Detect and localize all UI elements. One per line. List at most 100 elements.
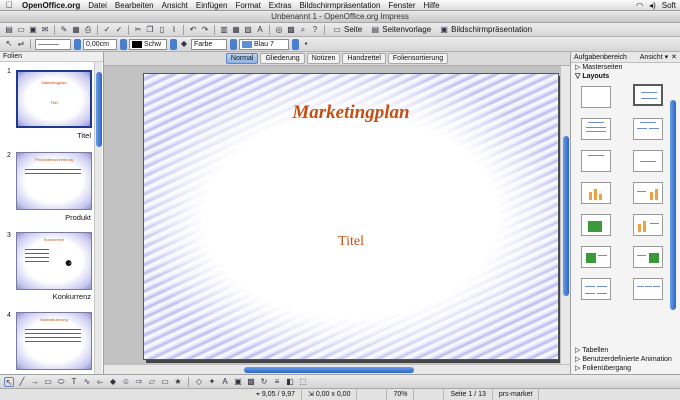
- horizontal-scrollbar[interactable]: [104, 364, 570, 374]
- connector-icon[interactable]: ⟜: [95, 377, 105, 387]
- rectangle-icon[interactable]: ▭: [43, 377, 53, 387]
- basic-shapes-icon[interactable]: ◆: [108, 377, 118, 387]
- layout-title-only[interactable]: [581, 150, 611, 172]
- cut-icon[interactable]: ✂: [133, 25, 143, 35]
- rotate-icon[interactable]: ↻: [259, 377, 269, 387]
- line-color-select[interactable]: Schw: [129, 38, 167, 50]
- menu-app[interactable]: OpenOffice.org: [18, 0, 84, 11]
- task-pane-view-menu[interactable]: Ansicht ▾: [640, 53, 671, 61]
- select-arrow-icon[interactable]: ↖: [4, 39, 14, 49]
- ellipse-icon[interactable]: ⬭: [56, 377, 66, 387]
- area-style-stepper[interactable]: [230, 38, 237, 50]
- area-style-select[interactable]: Farbe: [191, 38, 227, 50]
- wifi-icon[interactable]: ◠: [636, 1, 643, 10]
- undo-icon[interactable]: ↶: [188, 25, 198, 35]
- tab-notizen[interactable]: Notizen: [306, 53, 341, 64]
- slides-scrollbar-thumb[interactable]: [96, 72, 102, 147]
- line-width-stepper[interactable]: [120, 38, 127, 50]
- task-pane-scrollbar-thumb[interactable]: [670, 100, 676, 310]
- save-icon[interactable]: ▣: [28, 25, 38, 35]
- volume-icon[interactable]: ◂): [649, 1, 656, 10]
- layout-title-content[interactable]: [581, 118, 611, 140]
- layout-title-slide[interactable]: [633, 84, 663, 106]
- symbol-shapes-icon[interactable]: ☺: [121, 377, 131, 387]
- slide-title[interactable]: Marketingplan: [144, 102, 558, 124]
- gallery-icon[interactable]: ▩: [286, 25, 296, 35]
- shadow-icon[interactable]: ▪: [301, 39, 311, 49]
- line-width-field[interactable]: 0,00cm: [83, 38, 117, 50]
- layout-title-chart[interactable]: [581, 182, 611, 204]
- help-icon[interactable]: ?: [310, 25, 320, 35]
- area-color-select[interactable]: Blau 7: [239, 38, 289, 50]
- flowchart-icon[interactable]: ▱: [147, 377, 157, 387]
- copy-icon[interactable]: ❐: [145, 25, 155, 35]
- layout-title-2content[interactable]: [633, 118, 663, 140]
- menu-ansicht[interactable]: Ansicht: [158, 0, 192, 11]
- menu-fenster[interactable]: Fenster: [384, 0, 419, 11]
- curve-icon[interactable]: ∿: [82, 377, 92, 387]
- fontwork-gallery-icon[interactable]: A: [220, 377, 230, 387]
- line-style-icon[interactable]: ⇌: [16, 39, 26, 49]
- table-icon[interactable]: ▦: [231, 25, 241, 35]
- section-masterseiten[interactable]: ▷ Masterseiten: [571, 63, 680, 72]
- layout-title-chart-text[interactable]: [633, 214, 663, 236]
- section-folienuebergang[interactable]: ▷ Folienübergang: [571, 364, 680, 373]
- tab-foliensortierung[interactable]: Foliensortierung: [387, 53, 449, 64]
- slide-thumbnail-4[interactable]: Marktsituierung: [16, 312, 92, 370]
- layout-centered-text[interactable]: [633, 150, 663, 172]
- from-file-icon[interactable]: ▣: [233, 377, 243, 387]
- arrow-line-icon[interactable]: →: [30, 377, 40, 387]
- menu-hilfe[interactable]: Hilfe: [420, 0, 444, 11]
- redo-icon[interactable]: ↷: [200, 25, 210, 35]
- line-color-stepper[interactable]: [170, 38, 177, 50]
- format-paintbrush-icon[interactable]: ⌇: [169, 25, 179, 35]
- layout-title-clipart[interactable]: [581, 214, 611, 236]
- page-template-button[interactable]: ▤ Seitenvorlage: [367, 25, 434, 35]
- slide-thumbnail-2[interactable]: Produktbeschreibung: [16, 152, 92, 210]
- apple-icon[interactable]: : [0, 0, 18, 10]
- callouts-icon[interactable]: ▭: [160, 377, 170, 387]
- print-icon[interactable]: ⎙: [83, 25, 93, 35]
- section-tabellen[interactable]: ▷ Tabellen: [571, 346, 680, 355]
- gallery-toggle-icon[interactable]: ▩: [246, 377, 256, 387]
- navigator-icon[interactable]: ◎: [274, 25, 284, 35]
- layout-title-text-object[interactable]: [633, 246, 663, 268]
- extrusion-icon[interactable]: ⬚: [298, 377, 308, 387]
- layout-title-text-chart[interactable]: [633, 182, 663, 204]
- close-icon[interactable]: ✕: [671, 53, 680, 61]
- menu-praesentation[interactable]: Bildschirmpräsentation: [295, 0, 384, 11]
- vertical-scrollbar[interactable]: [560, 66, 570, 364]
- menu-einfuegen[interactable]: Einfügen: [192, 0, 232, 11]
- area-icon[interactable]: ◆: [179, 39, 189, 49]
- pdf-icon[interactable]: ▦: [71, 25, 81, 35]
- slide-subtitle[interactable]: Titel: [144, 234, 558, 250]
- task-pane-scrollbar[interactable]: [670, 100, 678, 338]
- align-icon[interactable]: ≡: [272, 377, 282, 387]
- slide-thumbnail-1[interactable]: Marketingplan Titel: [16, 70, 92, 128]
- zoom-icon[interactable]: ⌕: [298, 25, 308, 35]
- tab-handzettel[interactable]: Handzettel: [342, 53, 386, 64]
- menu-datei[interactable]: Datei: [84, 0, 111, 11]
- mail-icon[interactable]: ✉: [40, 25, 50, 35]
- block-arrows-icon[interactable]: ⇨: [134, 377, 144, 387]
- autospell-icon[interactable]: ✓: [114, 25, 124, 35]
- current-slide[interactable]: Marketingplan Titel: [143, 73, 559, 360]
- slideshow-button[interactable]: ▣ Bildschirmpräsentation: [436, 25, 535, 35]
- menu-right-text[interactable]: Soft: [662, 1, 676, 10]
- open-icon[interactable]: ▭: [16, 25, 26, 35]
- slide-thumbnail-3[interactable]: Konkurrenz ⚈: [16, 232, 92, 290]
- area-color-stepper[interactable]: [292, 38, 299, 50]
- select-icon[interactable]: ↖: [4, 376, 14, 387]
- layout-title-6content[interactable]: [633, 278, 663, 300]
- stars-icon[interactable]: ★: [173, 377, 183, 387]
- menu-extras[interactable]: Extras: [265, 0, 296, 11]
- text-icon[interactable]: T: [69, 377, 79, 387]
- glue-points-icon[interactable]: ✦: [207, 377, 217, 387]
- layout-title-4content[interactable]: [581, 278, 611, 300]
- edit-icon[interactable]: ✎: [59, 25, 69, 35]
- tab-normal[interactable]: Normal: [225, 53, 259, 64]
- points-icon[interactable]: ◇: [194, 377, 204, 387]
- status-zoom[interactable]: 70%: [387, 388, 415, 400]
- layout-blank[interactable]: [581, 86, 611, 108]
- menu-bearbeiten[interactable]: Bearbeiten: [111, 0, 158, 11]
